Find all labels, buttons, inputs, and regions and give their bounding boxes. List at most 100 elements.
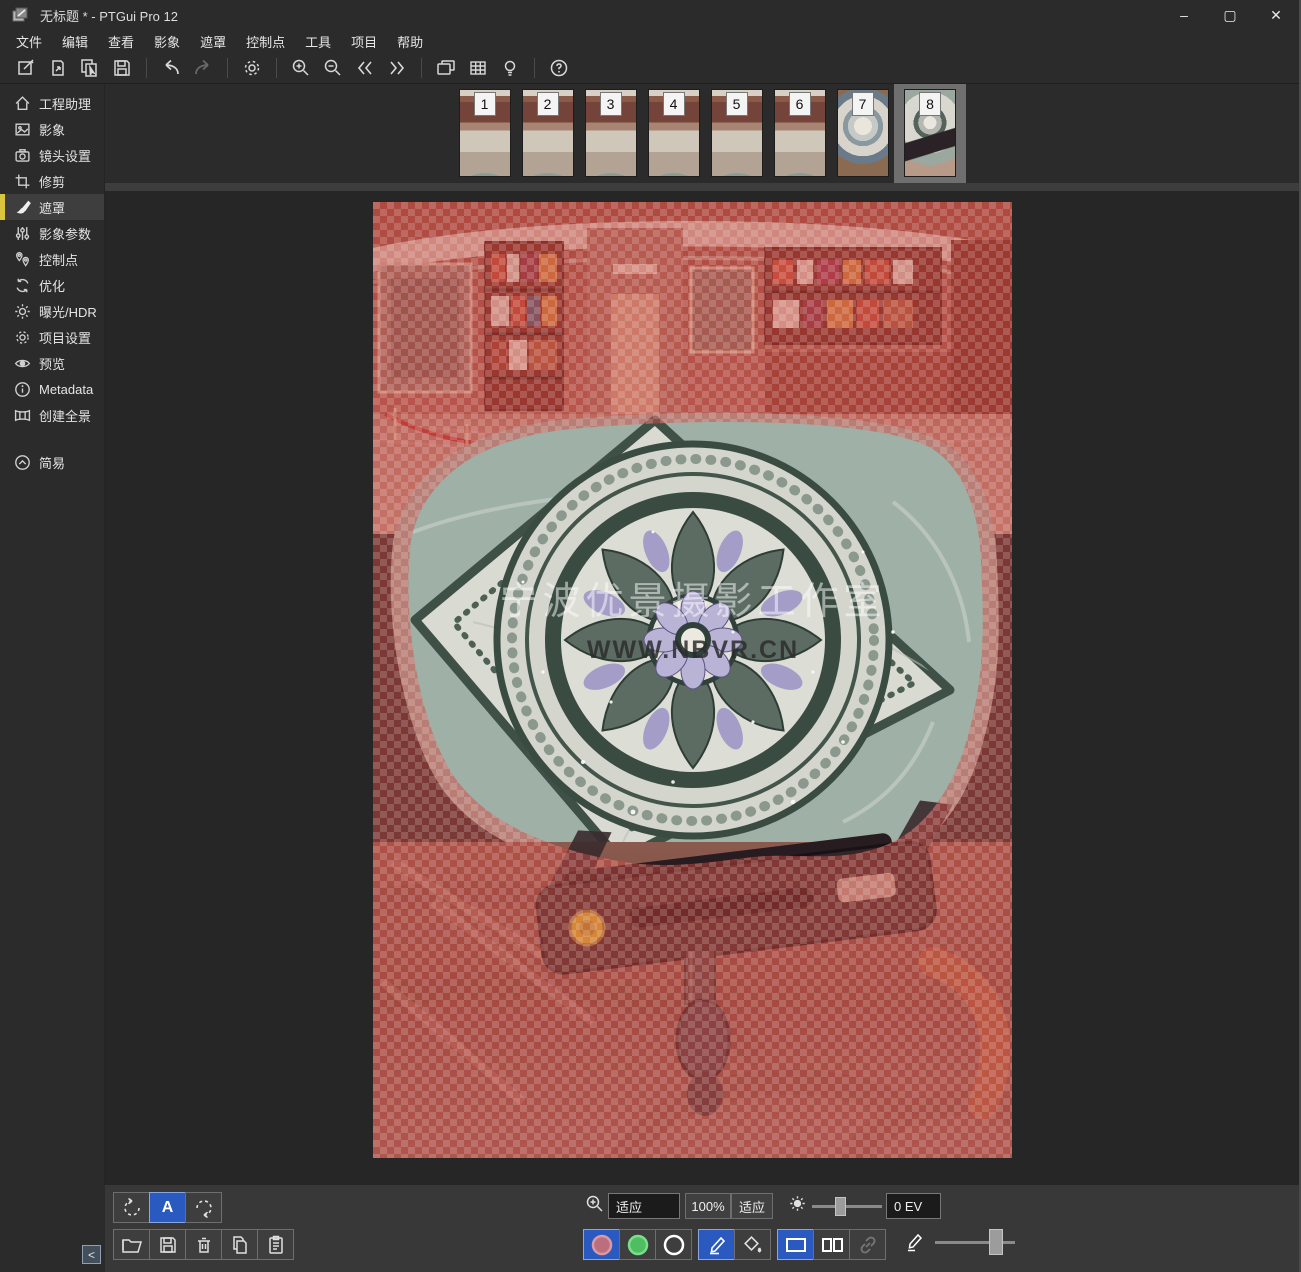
menu-file[interactable]: 文件: [6, 30, 52, 53]
mask-editor-image[interactable]: 宁波优景摄影工作室 WWW.NBVR.CN: [373, 202, 1012, 1158]
sidebar-item-create-panorama[interactable]: 创建全景: [0, 402, 104, 428]
redo-button[interactable]: [190, 55, 216, 81]
thumbnail-2[interactable]: 2: [516, 84, 579, 183]
maximize-button[interactable]: ▢: [1207, 0, 1253, 30]
sidebar-item-preview[interactable]: 预览: [0, 350, 104, 376]
menu-edit[interactable]: 编辑: [52, 30, 98, 53]
link-views-button[interactable]: [849, 1229, 886, 1260]
save-disk-icon: [158, 1235, 178, 1255]
brush-size-slider-handle[interactable]: [989, 1229, 1003, 1255]
thumbnail-2-number: 2: [537, 92, 559, 116]
sidebar-item-lens-settings[interactable]: 镜头设置: [0, 142, 104, 168]
menu-images[interactable]: 影象: [144, 30, 190, 53]
menu-tools[interactable]: 工具: [295, 30, 341, 53]
collapse-sidebar-button[interactable]: <: [82, 1245, 101, 1264]
tips-button[interactable]: [497, 55, 523, 81]
load-mask-button[interactable]: [113, 1229, 150, 1260]
menu-mask[interactable]: 遮罩: [190, 30, 236, 53]
ev-value-field[interactable]: 0 EV: [886, 1193, 941, 1219]
dual-rect-icon: [820, 1235, 844, 1255]
clipboard-icon: [266, 1235, 286, 1255]
thumbnail-7[interactable]: 7: [831, 84, 894, 183]
thumbnail-scrollbar[interactable]: [105, 183, 1301, 191]
thumbnail-5[interactable]: 5: [705, 84, 768, 183]
sidebar-item-mask[interactable]: 遮罩: [0, 194, 104, 220]
save-mask-button[interactable]: [149, 1229, 186, 1260]
menu-project[interactable]: 项目: [341, 30, 387, 53]
rotate-ccw-button[interactable]: [113, 1192, 150, 1223]
thumbnail-6[interactable]: 6: [768, 84, 831, 183]
ptgui-window: 无标题 * - PTGui Pro 12 – ▢ ✕ 文件 编辑 查看 影象 遮…: [0, 0, 1301, 1272]
close-button[interactable]: ✕: [1253, 0, 1299, 30]
zoom-mode-combobox[interactable]: 适应: [608, 1193, 680, 1219]
thumbnail-3-number: 3: [600, 92, 622, 116]
sidebar-item-metadata[interactable]: Metadata: [0, 376, 104, 402]
thumbnail-1-number: 1: [474, 92, 496, 116]
thumbnail-3[interactable]: 3: [579, 84, 642, 183]
zoom-in-icon: [291, 58, 311, 78]
sidebar-item-optimizer[interactable]: 优化: [0, 272, 104, 298]
menu-help[interactable]: 帮助: [387, 30, 433, 53]
eye-icon: [14, 355, 31, 372]
add-images-button[interactable]: [77, 55, 103, 81]
dual-view-button[interactable]: [813, 1229, 850, 1260]
single-view-button[interactable]: [777, 1229, 814, 1260]
sliders-icon: [14, 225, 31, 242]
zoom-100-button[interactable]: 100%: [685, 1193, 731, 1219]
thumbnail-4[interactable]: 4: [642, 84, 705, 183]
menu-control-points[interactable]: 控制点: [236, 30, 295, 53]
bottom-left-panel: <: [0, 1185, 105, 1272]
zoom-out-button[interactable]: [320, 55, 346, 81]
previous-icon: [355, 58, 375, 78]
settings-button[interactable]: [239, 55, 265, 81]
save-button[interactable]: [109, 55, 135, 81]
thumbnail-1-image: 1: [459, 89, 511, 177]
mask-red-button[interactable]: [583, 1229, 620, 1260]
auto-mask-button[interactable]: A: [149, 1192, 186, 1223]
new-project-button[interactable]: [13, 55, 39, 81]
delete-mask-button[interactable]: [185, 1229, 222, 1260]
brush-size-slider-track[interactable]: [935, 1241, 1015, 1244]
menu-view[interactable]: 查看: [98, 30, 144, 53]
open-project-button[interactable]: [45, 55, 71, 81]
zoom-in-button[interactable]: [288, 55, 314, 81]
detail-viewer-button[interactable]: [465, 55, 491, 81]
thumbnail-1[interactable]: 1: [453, 84, 516, 183]
sidebar-item-images[interactable]: 影象: [0, 116, 104, 142]
menu-bar: 文件 编辑 查看 影象 遮罩 控制点 工具 项目 帮助: [0, 30, 1299, 53]
brightness-slider-track[interactable]: [812, 1205, 882, 1208]
mask-green-button[interactable]: [619, 1229, 656, 1260]
sidebar-item-crop[interactable]: 修剪: [0, 168, 104, 194]
app-icon: [12, 7, 30, 23]
zoom-fit-button[interactable]: 适应: [731, 1193, 773, 1219]
rotate-cw-button[interactable]: [185, 1192, 222, 1223]
sidebar-item-project-assistant[interactable]: 工程助理: [0, 90, 104, 116]
toolbar-separator: [534, 58, 535, 78]
sidebar-item-simple-mode[interactable]: 简易: [0, 449, 104, 475]
sidebar-item-project-settings[interactable]: 项目设置: [0, 324, 104, 350]
brightness-slider-handle[interactable]: [835, 1197, 846, 1216]
title-bar: 无标题 * - PTGui Pro 12 – ▢ ✕: [0, 0, 1299, 30]
window-title: 无标题 * - PTGui Pro 12: [40, 6, 178, 25]
sidebar-item-control-points[interactable]: 控制点: [0, 246, 104, 272]
thumbnail-4-number: 4: [663, 92, 685, 116]
copy-mask-button[interactable]: [221, 1229, 258, 1260]
sidebar: 工程助理 影象 镜头设置 修剪 遮罩 影象参数 控制点 优化: [0, 84, 105, 1185]
fill-tool-button[interactable]: [734, 1229, 771, 1260]
sidebar-item-image-parameters[interactable]: 影象参数: [0, 220, 104, 246]
previous-image-button[interactable]: [352, 55, 378, 81]
mask-erase-button[interactable]: [655, 1229, 692, 1260]
pen-tool-button[interactable]: [698, 1229, 735, 1260]
fill-bucket-icon: [742, 1234, 764, 1256]
panorama-editor-button[interactable]: [433, 55, 459, 81]
rotate-cw-icon: [193, 1197, 215, 1219]
next-image-button[interactable]: [384, 55, 410, 81]
paste-mask-button[interactable]: [257, 1229, 294, 1260]
sidebar-item-exposure-hdr[interactable]: 曝光/HDR: [0, 298, 104, 324]
red-circle-icon: [590, 1233, 614, 1257]
next-icon: [387, 58, 407, 78]
thumbnail-8-selected[interactable]: 8: [894, 84, 966, 183]
help-button[interactable]: [546, 55, 572, 81]
minimize-button[interactable]: –: [1161, 0, 1207, 30]
undo-button[interactable]: [158, 55, 184, 81]
